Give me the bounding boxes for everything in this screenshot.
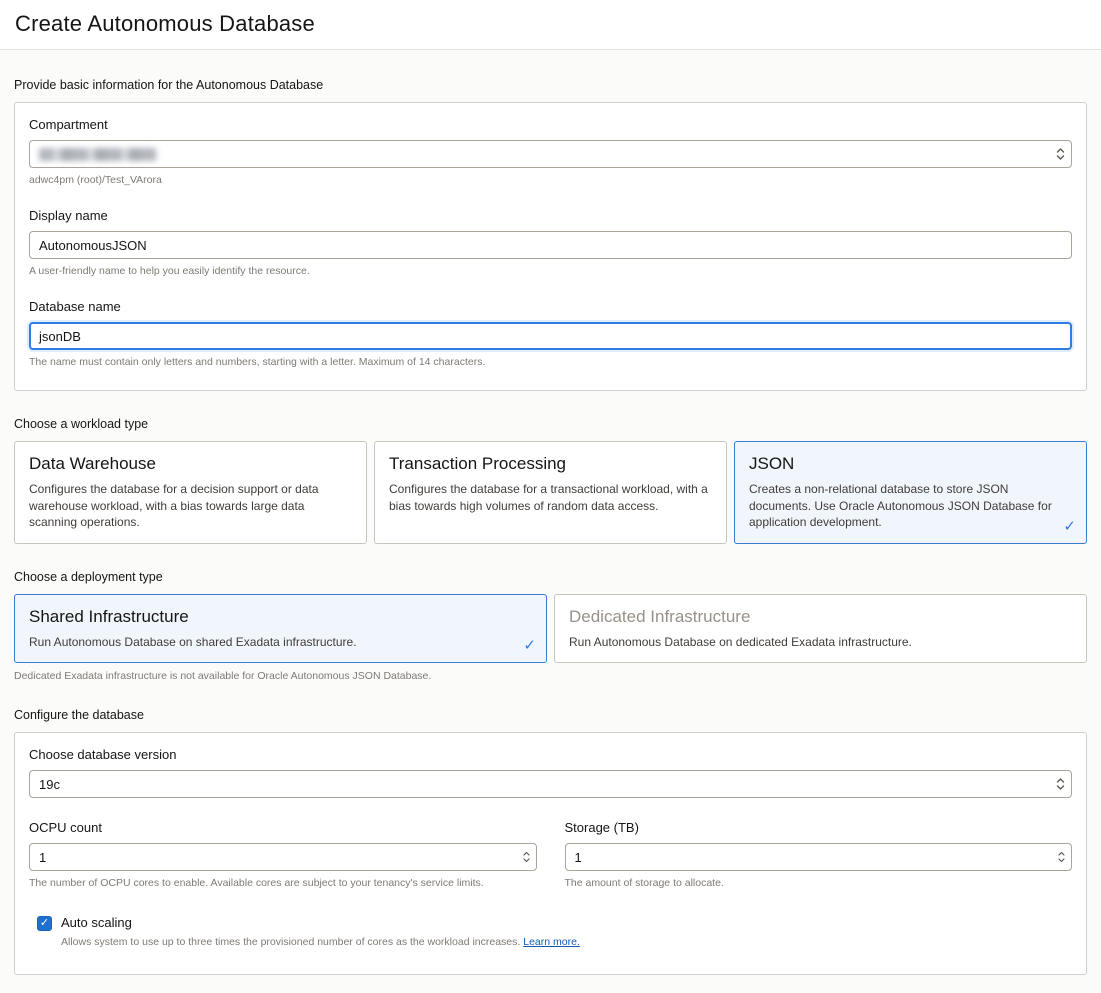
workload-section-label: Choose a workload type xyxy=(14,417,1087,431)
chevron-up-down-icon xyxy=(1055,146,1066,162)
database-version-select[interactable]: 19c xyxy=(29,770,1072,798)
deployment-note: Dedicated Exadata infrastructure is not … xyxy=(14,670,1087,682)
auto-scaling-label: Auto scaling xyxy=(61,915,132,930)
database-name-input[interactable]: jsonDB xyxy=(29,322,1072,350)
display-name-field-group: Display name AutonomousJSON A user-frien… xyxy=(29,208,1072,277)
deployment-card-description: Run Autonomous Database on shared Exadat… xyxy=(29,634,532,651)
version-label: Choose database version xyxy=(29,747,1072,762)
deployment-section-label: Choose a deployment type xyxy=(14,570,1087,584)
number-stepper-icon[interactable] xyxy=(1057,850,1066,864)
compartment-label: Compartment xyxy=(29,117,1072,132)
database-name-value: jsonDB xyxy=(39,329,81,344)
workload-card-title: JSON xyxy=(749,454,1072,474)
storage-helper: The amount of storage to allocate. xyxy=(565,877,1073,889)
page-header: Create Autonomous Database xyxy=(0,0,1101,50)
page-title: Create Autonomous Database xyxy=(15,11,1086,37)
selected-check-icon: ✓ xyxy=(1063,517,1076,535)
workload-card-json[interactable]: JSON Creates a non-relational database t… xyxy=(734,441,1087,544)
learn-more-link[interactable]: Learn more. xyxy=(523,936,580,948)
compartment-field-group: Compartment adwc4pm (root)/Test_VArora xyxy=(29,117,1072,186)
ocpu-storage-row: OCPU count 1 The number of OCPU cores to… xyxy=(29,820,1072,889)
ocpu-label: OCPU count xyxy=(29,820,537,835)
workload-card-description: Creates a non-relational database to sto… xyxy=(749,481,1072,531)
display-name-label: Display name xyxy=(29,208,1072,223)
ocpu-field-group: OCPU count 1 The number of OCPU cores to… xyxy=(29,820,537,889)
compartment-select[interactable] xyxy=(29,140,1072,168)
display-name-helper: A user-friendly name to help you easily … xyxy=(29,265,1072,277)
display-name-input[interactable]: AutonomousJSON xyxy=(29,231,1072,259)
deployment-card-dedicated: Dedicated Infrastructure Run Autonomous … xyxy=(554,594,1087,664)
auto-scaling-checkbox[interactable]: ✓ xyxy=(37,916,52,931)
basic-info-panel: Compartment adwc4pm (root)/Test_VArora D… xyxy=(14,102,1087,391)
compartment-value-redacted xyxy=(39,148,157,161)
storage-field-group: Storage (TB) 1 The amount of storage to … xyxy=(565,820,1073,889)
deployment-card-shared[interactable]: Shared Infrastructure Run Autonomous Dat… xyxy=(14,594,547,664)
database-version-value: 19c xyxy=(39,777,60,792)
workload-card-title: Transaction Processing xyxy=(389,454,712,474)
configure-panel: Choose database version 19c OCPU count 1 xyxy=(14,732,1087,975)
selected-check-icon: ✓ xyxy=(523,636,536,654)
auto-scaling-helper-text: Allows system to use up to three times t… xyxy=(61,936,520,948)
ocpu-count-input[interactable]: 1 xyxy=(29,843,537,871)
display-name-value: AutonomousJSON xyxy=(39,238,147,253)
chevron-up-down-icon xyxy=(1055,776,1066,792)
workload-card-data-warehouse[interactable]: Data Warehouse Configures the database f… xyxy=(14,441,367,544)
storage-input[interactable]: 1 xyxy=(565,843,1073,871)
basic-info-section-label: Provide basic information for the Autono… xyxy=(14,78,1087,92)
version-field-group: Choose database version 19c xyxy=(29,747,1072,798)
form-content: Provide basic information for the Autono… xyxy=(0,78,1101,993)
configure-section-label: Configure the database xyxy=(14,708,1087,722)
number-stepper-icon[interactable] xyxy=(522,850,531,864)
deployment-card-description: Run Autonomous Database on dedicated Exa… xyxy=(569,634,1072,651)
compartment-helper: adwc4pm (root)/Test_VArora xyxy=(29,174,1072,186)
database-name-field-group: Database name jsonDB The name must conta… xyxy=(29,299,1072,368)
workload-card-description: Configures the database for a decision s… xyxy=(29,481,352,531)
database-name-helper: The name must contain only letters and n… xyxy=(29,356,1072,368)
ocpu-helper: The number of OCPU cores to enable. Avai… xyxy=(29,877,537,889)
auto-scaling-helper: Allows system to use up to three times t… xyxy=(61,936,1072,948)
workload-card-title: Data Warehouse xyxy=(29,454,352,474)
workload-card-transaction-processing[interactable]: Transaction Processing Configures the da… xyxy=(374,441,727,544)
deployment-card-title: Shared Infrastructure xyxy=(29,607,532,627)
auto-scaling-row: ✓ Auto scaling xyxy=(37,915,1072,931)
deployment-card-title: Dedicated Infrastructure xyxy=(569,607,1072,627)
workload-card-row: Data Warehouse Configures the database f… xyxy=(14,441,1087,544)
checkbox-check-icon: ✓ xyxy=(40,918,49,929)
database-name-label: Database name xyxy=(29,299,1072,314)
ocpu-count-value: 1 xyxy=(39,850,46,865)
storage-value: 1 xyxy=(575,850,582,865)
workload-card-description: Configures the database for a transactio… xyxy=(389,481,712,514)
deployment-card-row: Shared Infrastructure Run Autonomous Dat… xyxy=(14,594,1087,664)
storage-label: Storage (TB) xyxy=(565,820,1073,835)
